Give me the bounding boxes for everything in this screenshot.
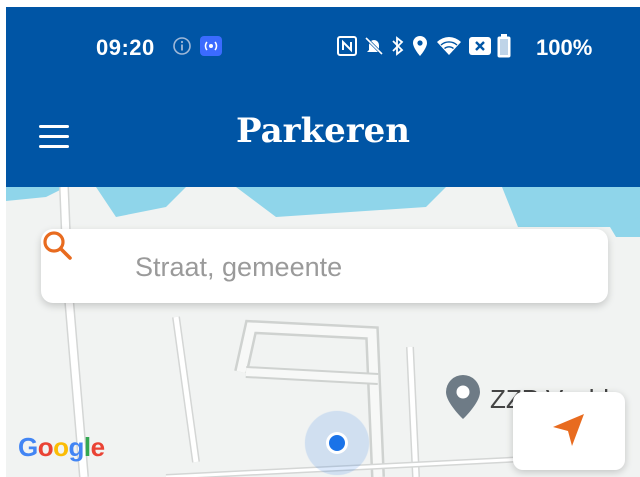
road xyxy=(407,346,419,477)
notification-icon xyxy=(469,35,491,57)
broadcast-icon xyxy=(200,35,222,57)
phone-screen: 09:20 100% Parkeren Straat, gemeente Goo… xyxy=(6,7,640,477)
search-bar[interactable] xyxy=(41,229,608,303)
info-icon xyxy=(172,35,192,57)
poi-pin-icon xyxy=(446,375,480,419)
google-attribution-logo: Google xyxy=(18,432,105,462)
location-icon xyxy=(412,35,428,57)
my-location-button[interactable] xyxy=(513,392,625,470)
status-time: 09:20 xyxy=(96,35,155,60)
map-view[interactable]: ZZP Vasbla Google xyxy=(6,187,640,477)
page-title: Parkeren xyxy=(235,111,411,151)
search-input[interactable] xyxy=(133,244,577,290)
road xyxy=(165,455,567,477)
nfc-icon xyxy=(337,35,357,57)
road xyxy=(173,316,199,463)
app-bar: Parkeren xyxy=(6,87,640,187)
battery-icon xyxy=(497,34,511,58)
navigation-arrow-icon xyxy=(553,414,584,446)
status-bar: 09:20 100% xyxy=(6,7,640,87)
water-area xyxy=(96,187,640,227)
wifi-icon xyxy=(436,35,462,57)
water-area xyxy=(6,187,66,201)
search-icon xyxy=(43,231,72,260)
battery-percentage: 100% xyxy=(536,35,593,60)
bluetooth-icon xyxy=(390,35,406,57)
bell-muted-icon xyxy=(364,35,384,57)
